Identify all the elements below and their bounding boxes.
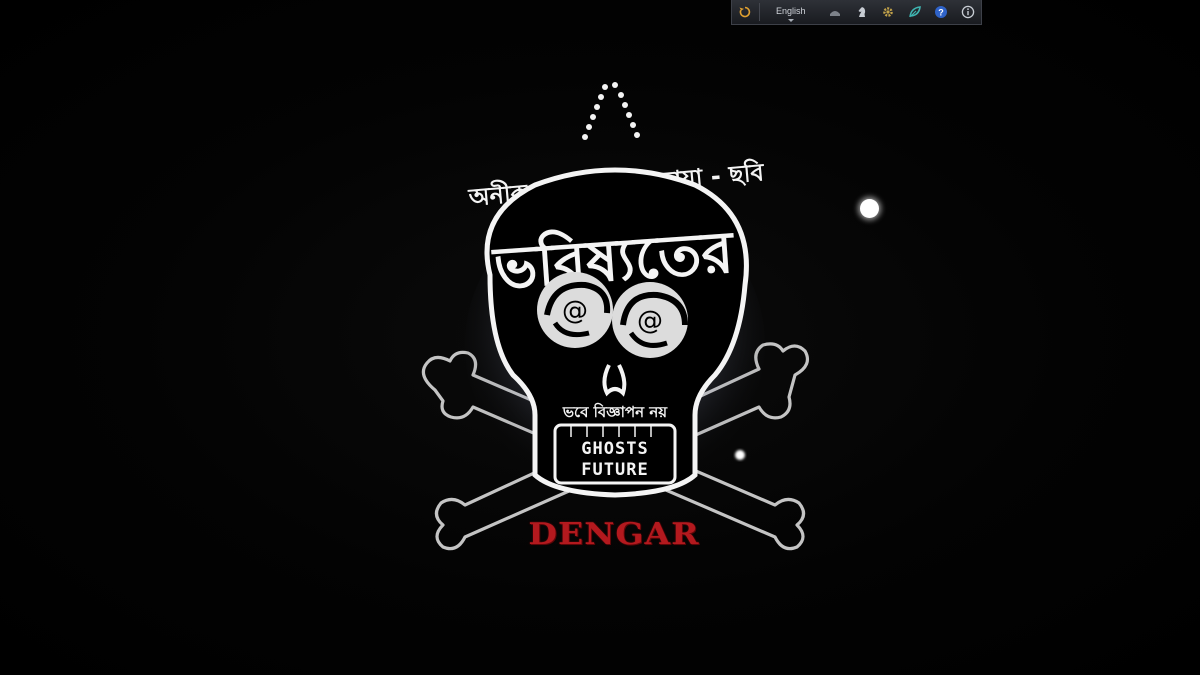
- leaf-icon: [908, 6, 921, 18]
- knight-button[interactable]: [848, 0, 875, 24]
- sparkle: [735, 450, 745, 460]
- eye-left-symbol: @: [562, 296, 588, 326]
- help-button[interactable]: ?: [928, 0, 955, 24]
- language-label: English: [775, 6, 806, 16]
- menu-icon: [830, 11, 841, 16]
- eye-left: @: [537, 272, 613, 348]
- info-icon: [961, 5, 975, 19]
- language-dropdown[interactable]: English: [759, 0, 821, 24]
- subtitle-future: FUTURE: [581, 460, 648, 480]
- light-dot: [860, 199, 879, 218]
- help-icon: ?: [935, 6, 948, 18]
- gear-icon: [883, 7, 894, 17]
- refresh-button[interactable]: [732, 0, 759, 24]
- eye-right-symbol: @: [637, 306, 663, 336]
- eye-right: @: [612, 282, 688, 358]
- viewer-toolbar: English ?: [731, 0, 982, 25]
- video-stage[interactable]: English ? অনীক - ছবি ভবিষ্যতের @ @ ভবে ব…: [0, 0, 1200, 675]
- poster-artwork: অনীক দত্তর আধিক ছায়া - ছবি ভবিষ্যতের @ …: [395, 75, 835, 575]
- leaf-button[interactable]: [902, 0, 929, 24]
- tagline-bottom: ভবে বিজ্ঞাপন নয়: [562, 402, 668, 421]
- settings-button[interactable]: [875, 0, 902, 24]
- subtitle-ghosts: GHOSTS: [581, 439, 648, 459]
- info-button[interactable]: [955, 0, 982, 24]
- chess-knight-icon: [858, 7, 865, 17]
- chevron-down-icon: [787, 19, 794, 22]
- refresh-icon: [739, 6, 751, 18]
- red-title: DENGAR: [528, 515, 700, 552]
- menu-button[interactable]: [822, 0, 849, 24]
- dotted-crown: [582, 82, 640, 140]
- svg-text:?: ?: [939, 8, 945, 18]
